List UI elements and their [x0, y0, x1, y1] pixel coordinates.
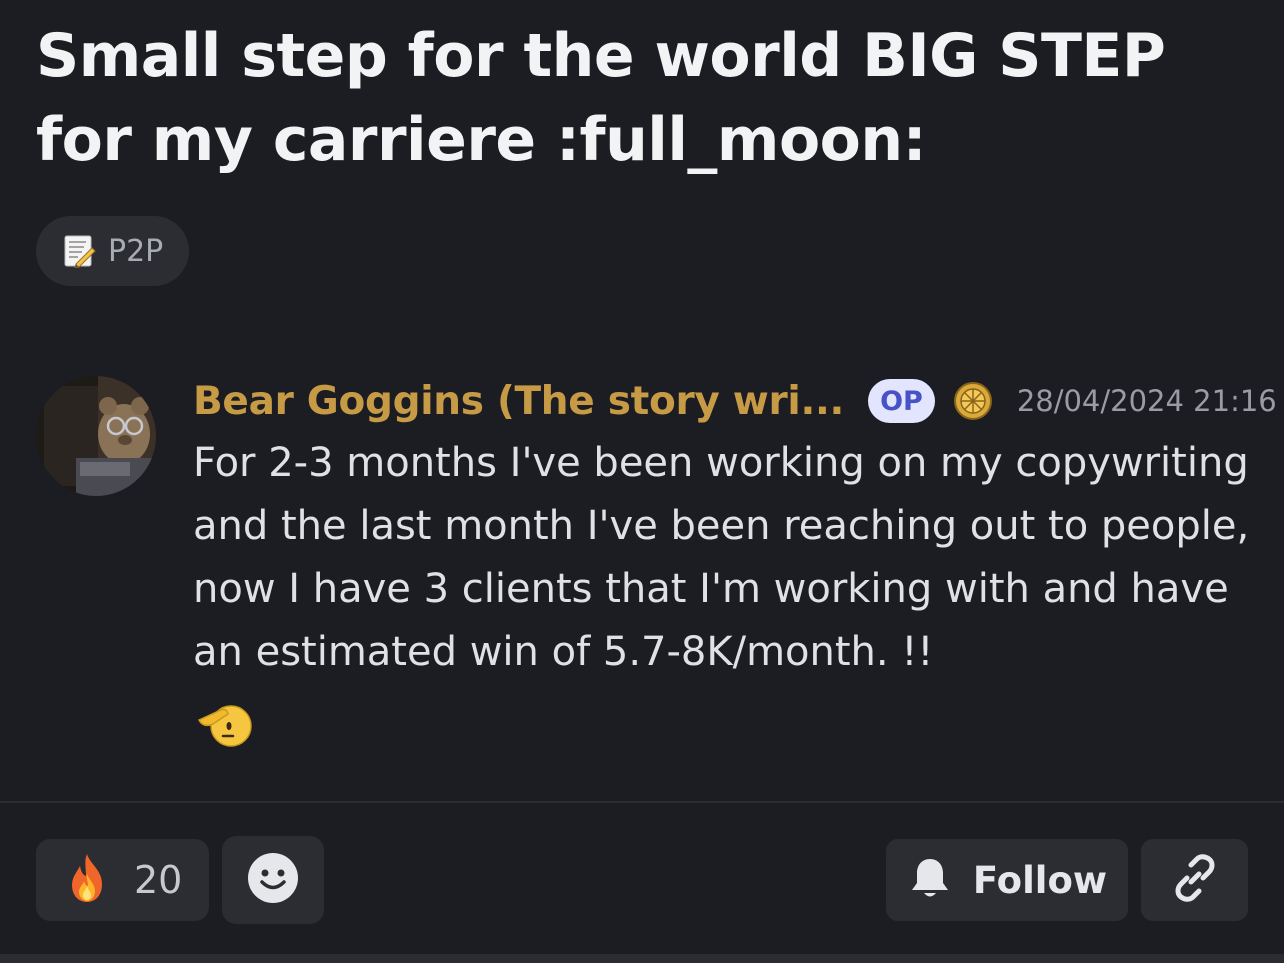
fire-icon: [64, 852, 110, 908]
fire-reaction-button[interactable]: 20: [36, 839, 209, 921]
follow-button[interactable]: Follow: [886, 839, 1128, 921]
post-title: Small step for the world BIG STEP for my…: [36, 21, 1166, 175]
timestamp: 28/04/2024 21:16: [1016, 384, 1277, 418]
add-reaction-button[interactable]: [222, 836, 324, 924]
saluting-face-icon: [193, 692, 253, 752]
message-header: Bear Goggins (The story wri... OP 28/04/…: [193, 372, 1277, 430]
follow-label: Follow: [972, 858, 1108, 902]
memo-icon: [62, 234, 96, 269]
smiley-icon: [246, 851, 300, 909]
author-name[interactable]: Bear Goggins (The story wri...: [193, 379, 844, 424]
copy-link-button[interactable]: [1141, 839, 1248, 921]
bell-icon: [907, 855, 953, 905]
post-tag[interactable]: P2P: [36, 216, 190, 286]
op-badge: OP: [868, 379, 935, 423]
gold-badge-icon[interactable]: [953, 381, 993, 421]
divider: [0, 801, 1284, 803]
link-icon: [1170, 853, 1220, 907]
avatar[interactable]: [36, 376, 156, 496]
tag-label: P2P: [108, 233, 164, 269]
reaction-count: 20: [134, 858, 183, 902]
message-text: For 2-3 months I've been working on my c…: [193, 440, 1250, 675]
bottom-bar: [0, 954, 1284, 963]
